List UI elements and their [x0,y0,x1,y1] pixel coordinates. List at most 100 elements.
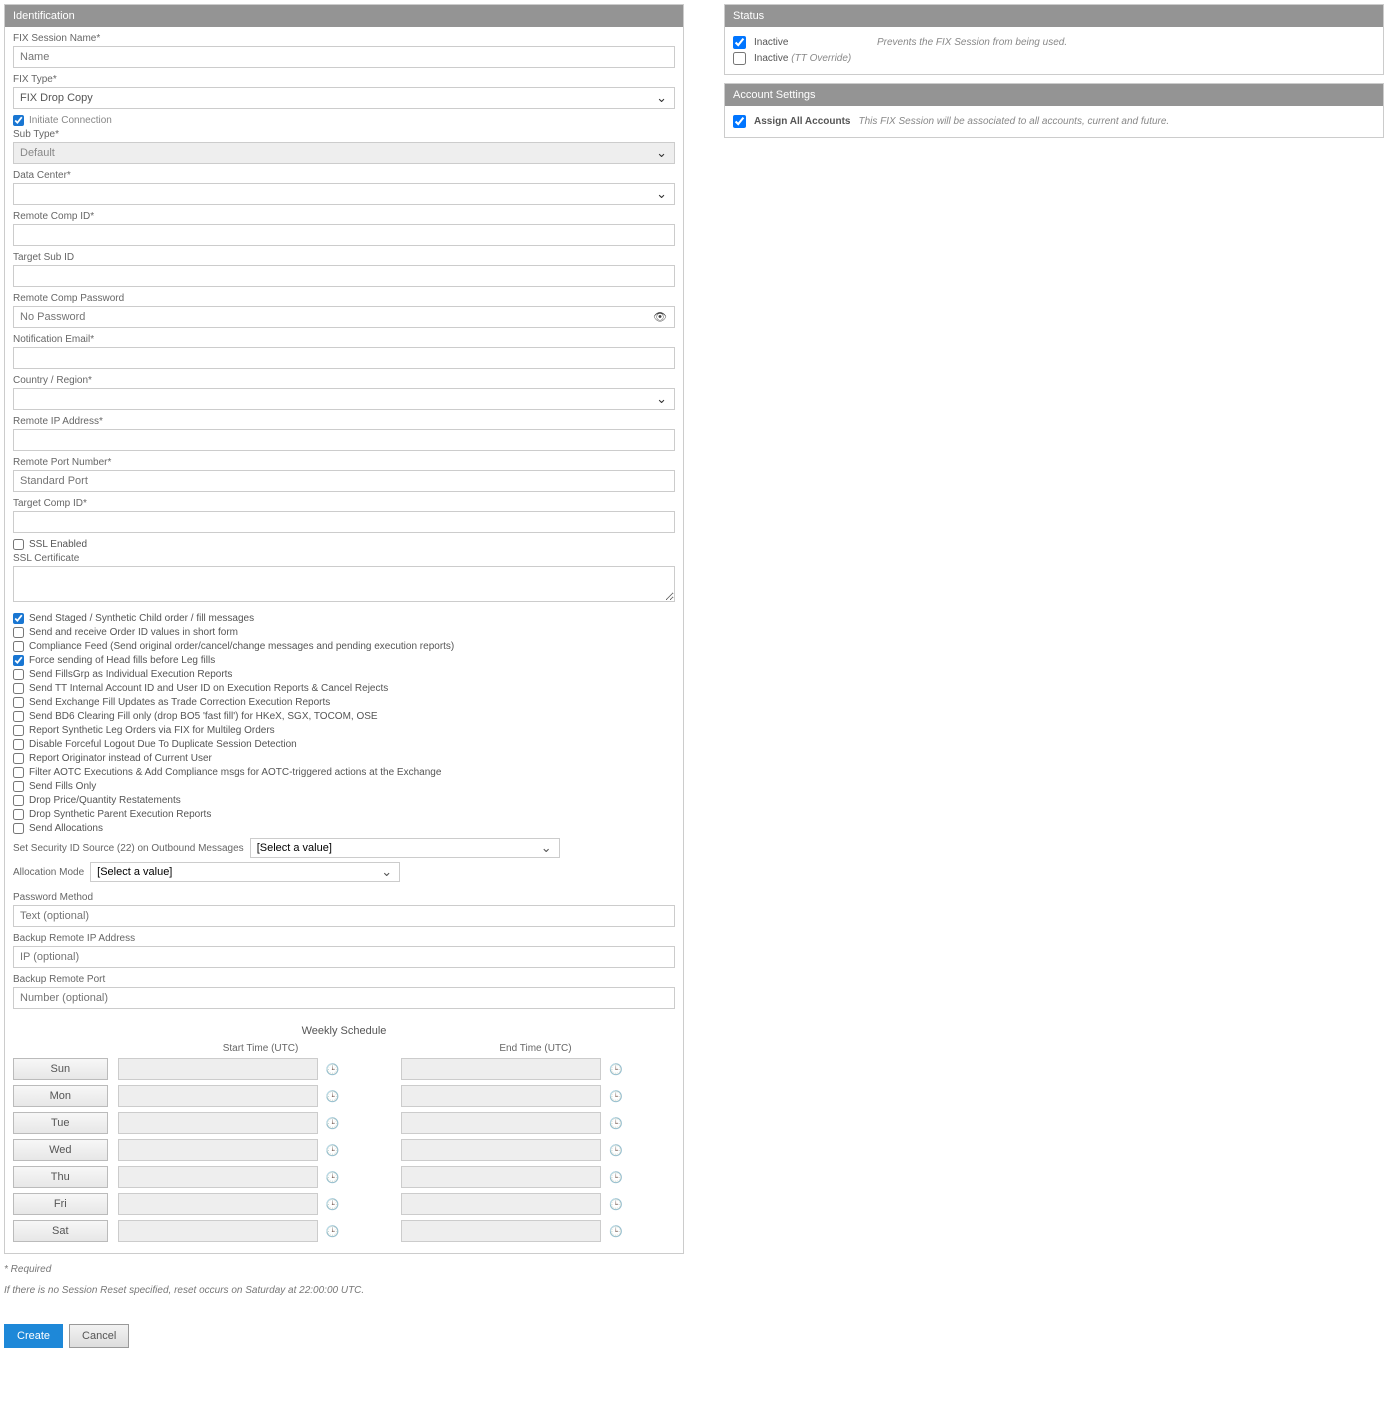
remote-comp-password-input[interactable] [13,306,675,328]
start-time-input[interactable] [118,1112,318,1134]
allocation-mode-select[interactable] [90,862,400,882]
option-checkbox[interactable] [13,627,24,638]
start-time-input[interactable] [118,1166,318,1188]
clock-icon: 🕒 [609,1090,623,1103]
cancel-button[interactable]: Cancel [69,1324,129,1348]
option-checkbox[interactable] [13,641,24,652]
country-region-label: Country / Region* [13,375,675,386]
target-comp-id-input[interactable] [13,511,675,533]
start-time-input[interactable] [118,1139,318,1161]
create-button[interactable]: Create [4,1324,63,1348]
option-checkbox[interactable] [13,655,24,666]
end-time-input[interactable] [401,1193,601,1215]
reset-footnote: If there is no Session Reset specified, … [4,1285,684,1296]
option-checkbox[interactable] [13,809,24,820]
option-row: Compliance Feed (Send original order/can… [13,641,675,652]
day-button[interactable]: Mon [13,1085,108,1107]
assign-all-accounts-desc: This FIX Session will be associated to a… [859,116,1170,127]
day-button[interactable]: Wed [13,1139,108,1161]
remote-comp-id-input[interactable] [13,224,675,246]
start-time-header: Start Time (UTC) [123,1043,398,1054]
backup-ip-input[interactable] [13,946,675,968]
option-checkbox[interactable] [13,739,24,750]
backup-port-input[interactable] [13,987,675,1009]
end-time-input[interactable] [401,1220,601,1242]
option-label: Force sending of Head fills before Leg f… [29,655,215,666]
ssl-enabled-checkbox[interactable] [13,539,24,550]
status-checkbox[interactable] [733,36,746,49]
clock-icon: 🕒 [326,1144,340,1157]
option-row: Send Staged / Synthetic Child order / fi… [13,613,675,624]
session-name-label: FIX Session Name* [13,33,675,44]
schedule-title: Weekly Schedule [13,1025,675,1037]
option-checkbox[interactable] [13,725,24,736]
session-name-input[interactable] [13,46,675,68]
option-checkbox[interactable] [13,823,24,834]
option-row: Send FillsGrp as Individual Execution Re… [13,669,675,680]
backup-port-label: Backup Remote Port [13,974,675,985]
option-checkbox[interactable] [13,767,24,778]
start-time-input[interactable] [118,1085,318,1107]
eye-icon[interactable]: 👁 [653,311,667,324]
ssl-certificate-input[interactable] [13,566,675,602]
option-label: Disable Forceful Logout Due To Duplicate… [29,739,297,750]
status-checkbox[interactable] [733,52,746,65]
required-footnote: * Required [4,1264,684,1275]
fix-type-select[interactable] [13,87,675,109]
target-comp-id-label: Target Comp ID* [13,498,675,509]
option-checkbox[interactable] [13,683,24,694]
option-checkbox[interactable] [13,711,24,722]
status-label: Inactive (TT Override) [754,53,869,64]
option-label: Send TT Internal Account ID and User ID … [29,683,388,694]
start-time-input[interactable] [118,1193,318,1215]
option-label: Drop Synthetic Parent Execution Reports [29,809,211,820]
option-label: Send Allocations [29,823,103,834]
option-label: Send Fills Only [29,781,96,792]
option-checkbox[interactable] [13,669,24,680]
remote-ip-input[interactable] [13,429,675,451]
assign-all-accounts-checkbox[interactable] [733,115,746,128]
option-row: Send Fills Only [13,781,675,792]
option-checkbox[interactable] [13,697,24,708]
backup-ip-label: Backup Remote IP Address [13,933,675,944]
day-button[interactable]: Fri [13,1193,108,1215]
clock-icon: 🕒 [609,1063,623,1076]
country-region-select[interactable] [13,388,675,410]
option-checkbox[interactable] [13,753,24,764]
option-checkbox[interactable] [13,781,24,792]
day-button[interactable]: Sat [13,1220,108,1242]
target-sub-id-input[interactable] [13,265,675,287]
end-time-input[interactable] [401,1085,601,1107]
end-time-input[interactable] [401,1058,601,1080]
option-checkbox[interactable] [13,795,24,806]
day-button[interactable]: Thu [13,1166,108,1188]
data-center-select[interactable] [13,183,675,205]
start-time-input[interactable] [118,1220,318,1242]
day-button[interactable]: Sun [13,1058,108,1080]
option-row: Disable Forceful Logout Due To Duplicate… [13,739,675,750]
day-button[interactable]: Tue [13,1112,108,1134]
option-row: Filter AOTC Executions & Add Compliance … [13,767,675,778]
end-time-input[interactable] [401,1139,601,1161]
notification-email-label: Notification Email* [13,334,675,345]
password-method-input[interactable] [13,905,675,927]
clock-icon: 🕒 [609,1225,623,1238]
target-sub-id-label: Target Sub ID [13,252,675,263]
remote-port-label: Remote Port Number* [13,457,675,468]
end-time-input[interactable] [401,1166,601,1188]
end-time-input[interactable] [401,1112,601,1134]
start-time-input[interactable] [118,1058,318,1080]
status-desc: Prevents the FIX Session from being used… [877,37,1067,48]
initiate-connection-checkbox[interactable] [13,115,24,126]
option-label: Send FillsGrp as Individual Execution Re… [29,669,232,680]
option-label: Drop Price/Quantity Restatements [29,795,181,806]
clock-icon: 🕒 [609,1198,623,1211]
option-checkbox[interactable] [13,613,24,624]
security-id-source-select[interactable] [250,838,560,858]
clock-icon: 🕒 [326,1171,340,1184]
option-label: Report Originator instead of Current Use… [29,753,212,764]
notification-email-input[interactable] [13,347,675,369]
sub-type-select[interactable] [13,142,675,164]
remote-port-input[interactable] [13,470,675,492]
clock-icon: 🕒 [326,1090,340,1103]
